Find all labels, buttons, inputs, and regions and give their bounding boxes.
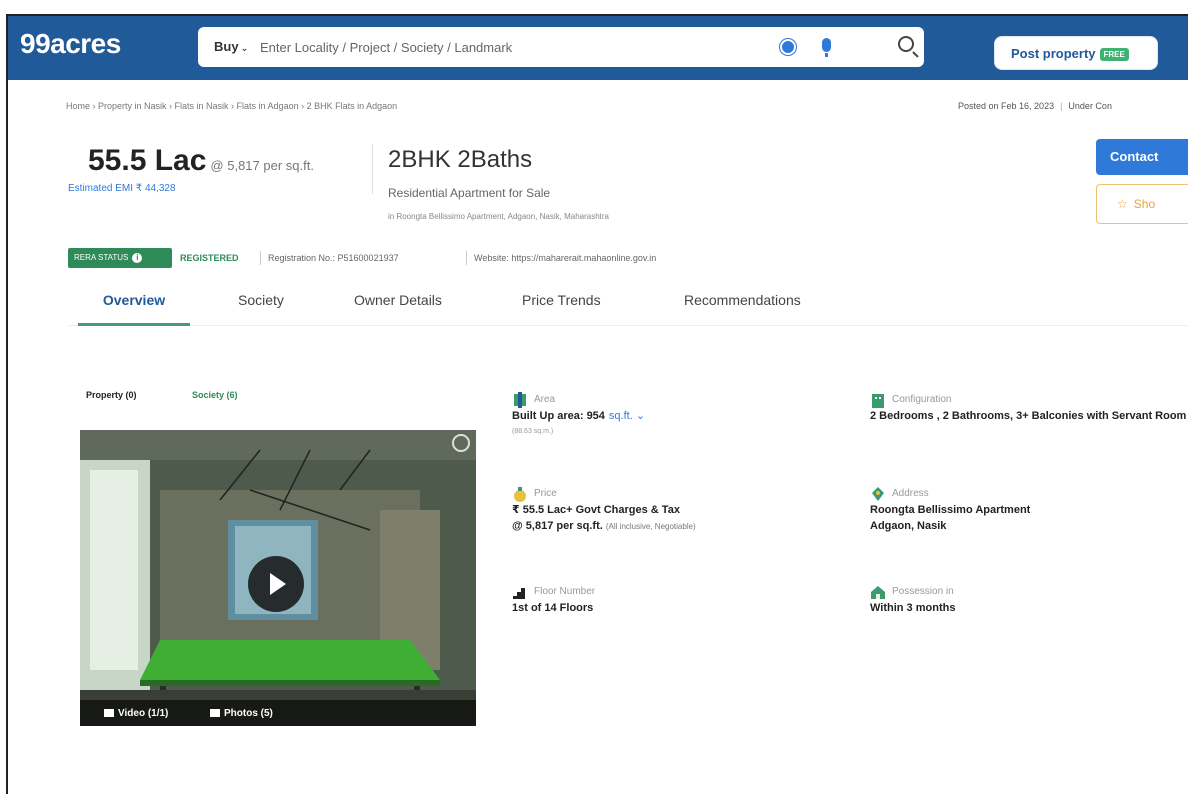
- area-label: Area: [534, 394, 556, 405]
- configuration-label: Configuration: [892, 394, 952, 405]
- detail-floor: Floor Number 1st of 14 Floors: [512, 586, 812, 616]
- media-tab-society[interactable]: Society (6): [192, 390, 238, 400]
- zoom-icon[interactable]: [452, 434, 470, 452]
- area-icon: [514, 392, 526, 408]
- video-icon: [104, 709, 114, 717]
- address-line2: Adgaon, Nasik: [870, 520, 947, 532]
- location-pin-icon: [872, 487, 884, 501]
- posted-info: Posted on Feb 16, 2023 | Under Con: [958, 101, 1112, 111]
- photo-icon: [210, 709, 220, 717]
- top-header: 99acres Buy⌄ Post propertyFREE: [8, 16, 1188, 80]
- shortlist-label: Sho: [1133, 197, 1156, 211]
- tab-recommendations[interactable]: Recommendations: [684, 290, 801, 326]
- site-logo[interactable]: 99acres: [20, 28, 121, 60]
- area-unit-dropdown[interactable]: sq.ft. ⌄: [609, 410, 645, 422]
- stairs-icon: [513, 588, 525, 599]
- floor-label: Floor Number: [534, 586, 596, 597]
- separator: |: [1060, 101, 1063, 111]
- page-frame: 99acres Buy⌄ Post propertyFREE Home › Pr…: [6, 14, 1188, 794]
- divider: [372, 144, 373, 194]
- price-detail-rate: @ 5,817 per sq.ft.: [512, 520, 603, 532]
- shortlist-button[interactable]: ☆ Sho: [1096, 184, 1188, 224]
- buy-dropdown[interactable]: Buy ⌄: [214, 39, 248, 54]
- separator: [466, 251, 467, 265]
- star-icon: ☆: [1117, 197, 1128, 211]
- tab-price-trends[interactable]: Price Trends: [522, 290, 601, 326]
- buy-label: Buy: [214, 39, 239, 54]
- area-sqm: (88.63 sq.m.): [512, 428, 554, 435]
- search-icon[interactable]: [898, 36, 914, 52]
- rera-website[interactable]: Website: https://maharerait.mahaonline.g…: [474, 253, 656, 263]
- house-icon: [871, 586, 885, 599]
- post-property-label: Post property: [1011, 46, 1096, 61]
- address-label: Address: [892, 488, 929, 499]
- emi-link[interactable]: Estimated EMI ₹ 44,328: [68, 183, 176, 194]
- rera-registered: REGISTERED: [180, 253, 239, 263]
- detail-address: Address Roongta Bellissimo Apartment Adg…: [870, 487, 1188, 534]
- detail-price: Price ₹ 55.5 Lac+ Govt Charges & Tax @ 5…: [512, 487, 832, 534]
- price-value: 55.5 Lac: [88, 144, 207, 177]
- listing-price: 55.5 Lac @ 5,817 per sq.ft.: [88, 144, 314, 178]
- mic-icon[interactable]: [822, 38, 831, 57]
- location-icon[interactable]: [782, 41, 794, 53]
- contact-button[interactable]: Contact: [1096, 139, 1188, 175]
- free-badge: FREE: [1099, 48, 1129, 61]
- photos-button[interactable]: Photos (5): [210, 708, 273, 719]
- construction-status: Under Con: [1068, 101, 1112, 111]
- section-tabs: Overview Society Owner Details Price Tre…: [68, 290, 1188, 326]
- price-detail-value: ₹ 55.5 Lac+ Govt Charges & Tax: [512, 504, 680, 516]
- area-value: Built Up area: 954: [512, 410, 605, 422]
- search-bar: Buy ⌄: [198, 27, 924, 67]
- possession-label: Possession in: [892, 586, 954, 597]
- listing-subtitle: Residential Apartment for Sale: [388, 186, 551, 200]
- tab-society[interactable]: Society: [238, 290, 284, 326]
- rera-registration: Registration No.: P51600021937: [268, 253, 399, 263]
- play-icon[interactable]: [248, 556, 304, 612]
- detail-possession: Possession in Within 3 months: [870, 586, 1188, 616]
- separator: [260, 251, 261, 265]
- area-unit: sq.ft.: [608, 410, 633, 422]
- price-label: Price: [534, 488, 557, 499]
- listing-title: 2BHK 2Baths: [388, 146, 533, 173]
- money-bag-icon: [514, 487, 526, 502]
- configuration-value: 2 Bedrooms , 2 Bathrooms, 3+ Balconies w…: [870, 410, 1187, 422]
- floor-value: 1st of 14 Floors: [512, 602, 594, 614]
- photos-label: Photos (5): [224, 708, 273, 719]
- rera-badge-label: RERA STATUS: [74, 253, 129, 262]
- post-property-button[interactable]: Post property FREE: [994, 36, 1158, 70]
- breadcrumb[interactable]: Home › Property in Nasik › Flats in Nasi…: [66, 101, 397, 111]
- address-line1: Roongta Bellissimo Apartment: [870, 504, 1031, 516]
- price-note: (All inclusive, Negotiable): [605, 522, 696, 531]
- media-tab-property[interactable]: Property (0): [86, 390, 137, 400]
- video-button[interactable]: Video (1/1): [104, 708, 168, 719]
- media-bar: Video (1/1) Photos (5): [80, 700, 476, 726]
- info-icon[interactable]: i: [132, 253, 143, 263]
- search-input[interactable]: [260, 36, 760, 58]
- tab-overview[interactable]: Overview: [78, 290, 190, 326]
- rera-status-badge[interactable]: RERA STATUS i: [68, 248, 172, 268]
- media-viewer[interactable]: Video (1/1) Photos (5): [80, 430, 476, 726]
- price-rate: @ 5,817 per sq.ft.: [210, 158, 314, 173]
- chevron-down-icon: ⌄: [240, 43, 249, 53]
- building-icon: [872, 394, 884, 408]
- detail-area: Area Built Up area: 954 sq.ft. ⌄ (88.63 s…: [512, 392, 812, 435]
- tab-owner-details[interactable]: Owner Details: [354, 290, 442, 326]
- detail-configuration: Configuration 2 Bedrooms , 2 Bathrooms, …: [870, 394, 1188, 424]
- listing-address: in Roongta Bellissimo Apartment, Adgaon,…: [388, 212, 610, 221]
- video-label: Video (1/1): [118, 708, 169, 719]
- posted-date: Posted on Feb 16, 2023: [958, 101, 1055, 111]
- possession-value: Within 3 months: [870, 602, 956, 614]
